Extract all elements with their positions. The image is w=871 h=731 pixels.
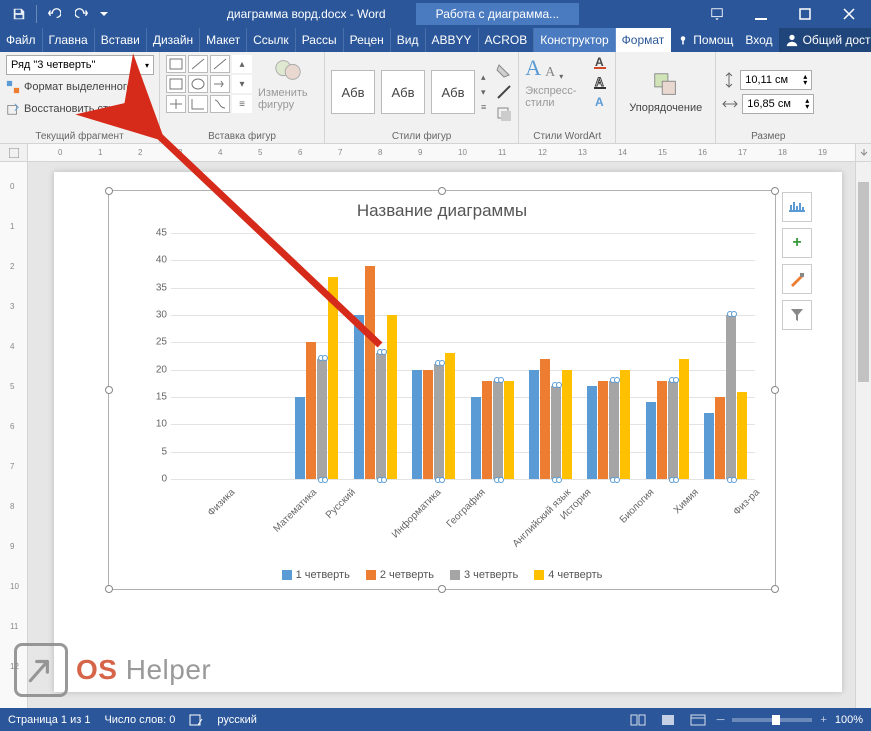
ribbon: Ряд "3 четверть"▾ Формат выделенного Вос… bbox=[0, 52, 871, 144]
width-field[interactable]: 16,85 см▴▾ bbox=[742, 94, 814, 114]
reset-style-button[interactable]: Восстановить стиль bbox=[6, 99, 153, 119]
group-shape-styles: Абв Абв Абв ▴▾≡ Стили фигур bbox=[325, 52, 519, 143]
group-insert-shapes: ▴ ▾ ≡ Изменить фигуру Вставка фигур bbox=[160, 52, 325, 143]
group-wordart-styles: A A ▾ Экспресс-стили A A A Стили WordArt bbox=[519, 52, 616, 143]
proofing-icon[interactable] bbox=[189, 713, 203, 727]
chart-elements-combo[interactable]: Ряд "3 четверть"▾ bbox=[6, 55, 154, 75]
minimize-button[interactable] bbox=[739, 0, 783, 28]
ruler-toggle[interactable] bbox=[0, 144, 28, 161]
zoom-level[interactable]: 100% bbox=[835, 714, 863, 726]
chart-styles-button[interactable] bbox=[782, 264, 812, 294]
vertical-ruler[interactable]: 0123456789101112 bbox=[0, 162, 28, 708]
ribbon-tabs: Файл Главна Встави Дизайн Макет Ссылк Ра… bbox=[0, 28, 871, 52]
chart-action-buttons: + bbox=[782, 192, 812, 330]
svg-text:A: A bbox=[595, 95, 604, 109]
resize-handle[interactable] bbox=[105, 585, 113, 593]
status-bar: Страница 1 из 1 Число слов: 0 русский ─ … bbox=[0, 708, 871, 731]
page-viewport[interactable]: Название диаграммы 051015202530354045 Фи… bbox=[28, 162, 871, 708]
chart-layout-button[interactable] bbox=[782, 192, 812, 222]
save-button[interactable] bbox=[6, 3, 32, 25]
tab-acrobat[interactable]: ACROB bbox=[479, 28, 535, 52]
shape-styles-gallery[interactable]: Абв Абв Абв ▴▾≡ bbox=[331, 70, 486, 114]
qat-more-button[interactable] bbox=[97, 3, 111, 25]
tell-me[interactable]: Помощ bbox=[671, 28, 739, 52]
resize-handle[interactable] bbox=[771, 187, 779, 195]
height-icon bbox=[722, 72, 736, 88]
arrange-button[interactable]: Упорядочение bbox=[636, 70, 696, 114]
share-button[interactable]: Общий доступ bbox=[779, 28, 871, 52]
resize-handle[interactable] bbox=[771, 585, 779, 593]
chart-elements-button[interactable]: + bbox=[782, 228, 812, 258]
wordart-quick-styles[interactable]: Экспресс-стили bbox=[525, 85, 585, 109]
tab-review[interactable]: Рецен bbox=[344, 28, 391, 52]
resize-handle[interactable] bbox=[438, 585, 446, 593]
title-center: диаграмма ворд.docx - Word Работа с диаг… bbox=[111, 3, 695, 25]
height-field[interactable]: 10,11 см▴▾ bbox=[740, 70, 812, 90]
resize-handle[interactable] bbox=[771, 386, 779, 394]
resize-handle[interactable] bbox=[105, 386, 113, 394]
group-label: Текущий фрагмент bbox=[6, 129, 153, 142]
page-status[interactable]: Страница 1 из 1 bbox=[8, 714, 90, 726]
ruler-arrow-icon bbox=[855, 144, 871, 161]
resize-handle[interactable] bbox=[438, 187, 446, 195]
quick-access-toolbar bbox=[0, 3, 111, 25]
resize-handle[interactable] bbox=[105, 187, 113, 195]
group-size: 10,11 см▴▾ 16,85 см▴▾ Размер bbox=[716, 52, 820, 143]
tab-insert[interactable]: Встави bbox=[95, 28, 147, 52]
close-button[interactable] bbox=[827, 0, 871, 28]
tab-abbyy[interactable]: ABBYY bbox=[426, 28, 479, 52]
tab-file[interactable]: Файл bbox=[0, 28, 43, 52]
tab-view[interactable]: Вид bbox=[391, 28, 426, 52]
shape-fill-icon[interactable] bbox=[496, 62, 512, 78]
ruler-row: 01234567891011121314151617181920 bbox=[0, 144, 871, 162]
shape-outline-icon[interactable] bbox=[496, 84, 512, 100]
watermark-logo: OS Helper bbox=[14, 643, 211, 697]
text-fill-icon[interactable]: A bbox=[593, 55, 609, 69]
tab-design[interactable]: Дизайн bbox=[147, 28, 200, 52]
chart-legend[interactable]: 1 четверть2 четверть3 четверть4 четверть bbox=[109, 569, 775, 581]
document-title: диаграмма ворд.docx - Word bbox=[227, 7, 386, 21]
window-controls bbox=[695, 0, 871, 28]
tab-chart-format[interactable]: Формат bbox=[616, 28, 672, 52]
chart-plot-area[interactable]: 051015202530354045 bbox=[171, 233, 755, 479]
tab-chart-design[interactable]: Конструктор bbox=[534, 28, 615, 52]
chart-title[interactable]: Название диаграммы bbox=[109, 191, 775, 227]
svg-text:A: A bbox=[595, 75, 604, 89]
vertical-scrollbar[interactable] bbox=[855, 162, 871, 708]
zoom-slider[interactable] bbox=[732, 718, 812, 722]
sign-in[interactable]: Вход bbox=[739, 28, 778, 52]
maximize-button[interactable] bbox=[783, 0, 827, 28]
horizontal-ruler[interactable]: 01234567891011121314151617181920 bbox=[28, 144, 855, 161]
text-outline-icon[interactable]: A bbox=[593, 75, 609, 89]
text-effects-icon[interactable]: A bbox=[593, 95, 609, 109]
chart-object[interactable]: Название диаграммы 051015202530354045 Фи… bbox=[108, 190, 776, 590]
group-arrange: Упорядочение bbox=[616, 52, 716, 143]
tab-home[interactable]: Главна bbox=[43, 28, 95, 52]
shape-effects-icon[interactable] bbox=[496, 106, 512, 122]
language-status[interactable]: русский bbox=[217, 714, 256, 726]
titlebar: диаграмма ворд.docx - Word Работа с диаг… bbox=[0, 0, 871, 28]
chart-filter-button[interactable] bbox=[782, 300, 812, 330]
read-mode-button[interactable] bbox=[627, 711, 649, 729]
print-layout-button[interactable] bbox=[657, 711, 679, 729]
ribbon-options-button[interactable] bbox=[695, 0, 739, 28]
contextual-tab-title: Работа с диаграмма... bbox=[416, 3, 580, 25]
tab-layout[interactable]: Макет bbox=[200, 28, 247, 52]
redo-button[interactable] bbox=[69, 3, 95, 25]
svg-text:A: A bbox=[595, 55, 604, 69]
group-current-selection: Ряд "3 четверть"▾ Формат выделенного Вос… bbox=[0, 52, 160, 143]
tab-mailings[interactable]: Рассы bbox=[296, 28, 344, 52]
document-area: 0123456789101112 Название диаграммы 0510… bbox=[0, 162, 871, 708]
tab-references[interactable]: Ссылк bbox=[247, 28, 296, 52]
x-axis-labels: ФизикаМатематикаРусскийИнформатикаГеогра… bbox=[171, 483, 755, 545]
shapes-gallery[interactable]: ▴ ▾ ≡ bbox=[166, 55, 252, 113]
change-shape-button: Изменить фигуру bbox=[258, 55, 318, 111]
web-layout-button[interactable] bbox=[687, 711, 709, 729]
page: Название диаграммы 051015202530354045 Фи… bbox=[54, 172, 842, 692]
width-icon bbox=[722, 97, 738, 111]
undo-button[interactable] bbox=[41, 3, 67, 25]
word-count[interactable]: Число слов: 0 bbox=[104, 714, 175, 726]
format-selection-button[interactable]: Формат выделенного bbox=[6, 77, 153, 97]
